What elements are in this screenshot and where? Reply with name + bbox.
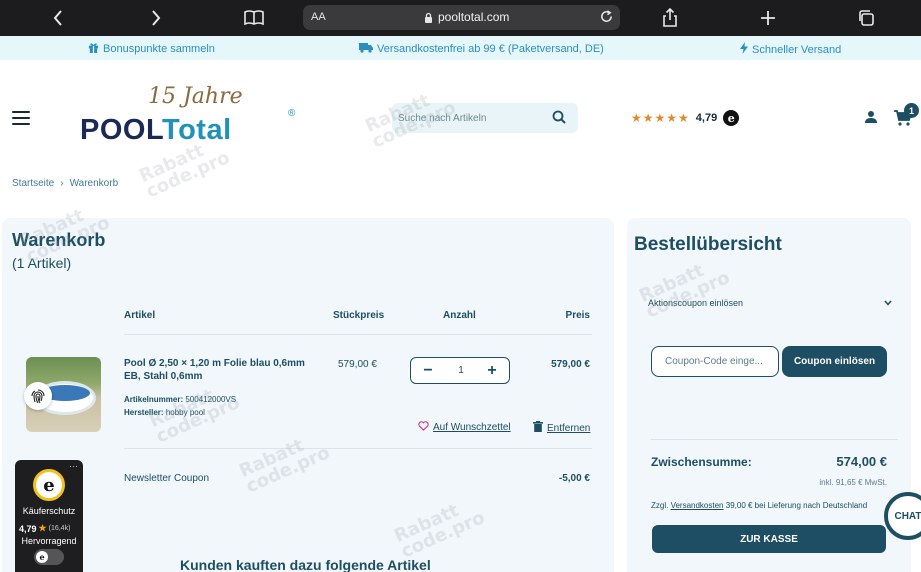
account-icon[interactable]	[864, 110, 878, 129]
browser-toolbar: AA pooltotal.com	[0, 0, 921, 36]
checkout-button[interactable]: ZUR KASSE	[652, 525, 886, 553]
column-unit-price: Stückpreis	[333, 310, 385, 321]
benefit-shipping: Versandkostenfrei ab 99 € (Paketversand,…	[359, 42, 604, 56]
rating-stars: ★★★★★	[631, 111, 690, 125]
divider	[124, 334, 592, 335]
cart-count-badge: 1	[904, 103, 919, 118]
truck-icon	[359, 42, 373, 56]
product-sku: Artikelnummer: 500412000VS	[124, 395, 237, 404]
column-article: Artikel	[124, 310, 156, 321]
star-icon: ★	[38, 523, 47, 533]
benefit-label: Bonuspunkte sammeln	[103, 43, 215, 55]
vat-note: inkl. 91,65 € MwSt.	[819, 478, 887, 487]
cart-item-count: (1 Artikel)	[12, 255, 72, 271]
breadcrumb-current[interactable]: Warenkorb	[70, 178, 119, 189]
shipping-costs-link[interactable]: Versandkosten	[671, 501, 724, 510]
trusted-shops-widget[interactable]: ··· e Käuferschutz 4,79 ★ (16,4k) Hervor…	[15, 460, 83, 572]
trusted-shops-seal-icon: e	[33, 469, 65, 501]
benefit-label: Schneller Versand	[752, 43, 842, 56]
url-domain: pooltotal.com	[438, 10, 510, 24]
chevron-down-icon	[884, 298, 892, 308]
coupon-accordion[interactable]: Aktionscoupon einlösen	[648, 298, 892, 308]
bolt-icon	[740, 42, 748, 57]
coupon-code-input[interactable]	[651, 346, 779, 377]
trusted-shops-icon: e	[723, 110, 740, 126]
gift-icon	[88, 42, 99, 56]
divider	[124, 448, 592, 449]
unit-price: 579,00 €	[338, 359, 377, 370]
trusted-shops-score: 4,79 ★ (16,4k)	[19, 523, 71, 534]
tabs-icon[interactable]	[857, 6, 875, 30]
minus-icon[interactable]: −	[419, 362, 437, 380]
order-summary-panel: Bestellübersicht Aktionscoupon einlösen …	[627, 218, 911, 572]
coupon-line-label: Newsletter Coupon	[124, 473, 210, 484]
trusted-shops-grade: Hervorragend	[21, 536, 77, 546]
book-icon[interactable]	[243, 6, 265, 30]
subtotal-label: Zwischensumme:	[651, 455, 752, 469]
breadcrumb: Startseite › Warenkorb	[12, 178, 118, 189]
summary-title: Bestellübersicht	[634, 234, 782, 255]
product-name[interactable]: Pool Ø 2,50 × 1,20 m Folie blau 0,6mm EB…	[124, 357, 314, 383]
product-manufacturer: Hersteller: hobby pool	[124, 408, 205, 417]
shipping-note: Zzgl. Versandkosten 39,00 € bei Lieferun…	[651, 501, 868, 510]
page-title: Warenkorb	[12, 230, 106, 250]
rating-value: 4,79	[695, 112, 718, 124]
text-size-button[interactable]: AA	[311, 11, 326, 23]
line-price: 579,00 €	[551, 359, 590, 370]
subtotal-value: 574,00 €	[836, 454, 887, 469]
share-icon[interactable]	[661, 6, 679, 30]
benefit-label: Versandkostenfrei ab 99 € (Paketversand,…	[377, 43, 604, 55]
redeem-coupon-button[interactable]: Coupon einlösen	[782, 346, 887, 377]
wishlist-link[interactable]: Auf Wunschzettel	[418, 421, 511, 434]
quantity-value[interactable]: 1	[451, 365, 471, 376]
lock-icon	[424, 12, 433, 26]
column-quantity: Anzahl	[443, 310, 476, 321]
search-icon[interactable]	[552, 110, 566, 129]
address-bar[interactable]: AA pooltotal.com	[303, 5, 620, 30]
benefits-bar: Bonuspunkte sammeln Versandkostenfrei ab…	[0, 36, 921, 60]
trash-icon	[533, 421, 543, 435]
plus-icon[interactable]: +	[483, 362, 501, 380]
forward-icon[interactable]	[146, 6, 166, 30]
logo-registered: ®	[288, 108, 296, 119]
breadcrumb-home[interactable]: Startseite	[12, 178, 54, 189]
benefit-bonus: Bonuspunkte sammeln	[88, 42, 215, 56]
logo-anniversary: 15 Jahre	[148, 84, 243, 109]
logo-wordmark: POOLTotal	[80, 114, 232, 146]
buyer-protection-label: Käuferschutz	[22, 506, 76, 516]
back-icon[interactable]	[48, 6, 68, 30]
heart-icon	[418, 421, 429, 434]
cart-panel: Warenkorb (1 Artikel) Artikel Stückpreis…	[2, 218, 614, 572]
remove-link[interactable]: Entfernen	[533, 421, 590, 435]
divider	[651, 439, 898, 440]
cross-sell-title: Kunden kauften dazu folgende Artikel	[180, 557, 431, 572]
trusted-shops-toggle[interactable]: e	[34, 549, 64, 565]
coupon-line-amount: -5,00 €	[558, 473, 590, 484]
quantity-stepper: − 1 +	[410, 357, 510, 384]
column-price: Preis	[565, 310, 590, 321]
search-input[interactable]	[398, 108, 546, 128]
more-icon[interactable]: ···	[69, 461, 78, 471]
fingerprint-icon[interactable]	[24, 382, 52, 410]
reload-icon[interactable]	[599, 9, 614, 27]
new-tab-icon[interactable]	[759, 6, 777, 30]
benefit-fast: Schneller Versand	[740, 42, 841, 57]
menu-icon[interactable]	[12, 111, 30, 125]
chevron-right-icon: ›	[60, 178, 64, 189]
logo[interactable]: 15 Jahre POOLTotal ®	[78, 84, 303, 150]
shop-rating[interactable]: ★★★★★ 4,79 e	[631, 110, 740, 126]
search-box[interactable]	[392, 103, 578, 133]
